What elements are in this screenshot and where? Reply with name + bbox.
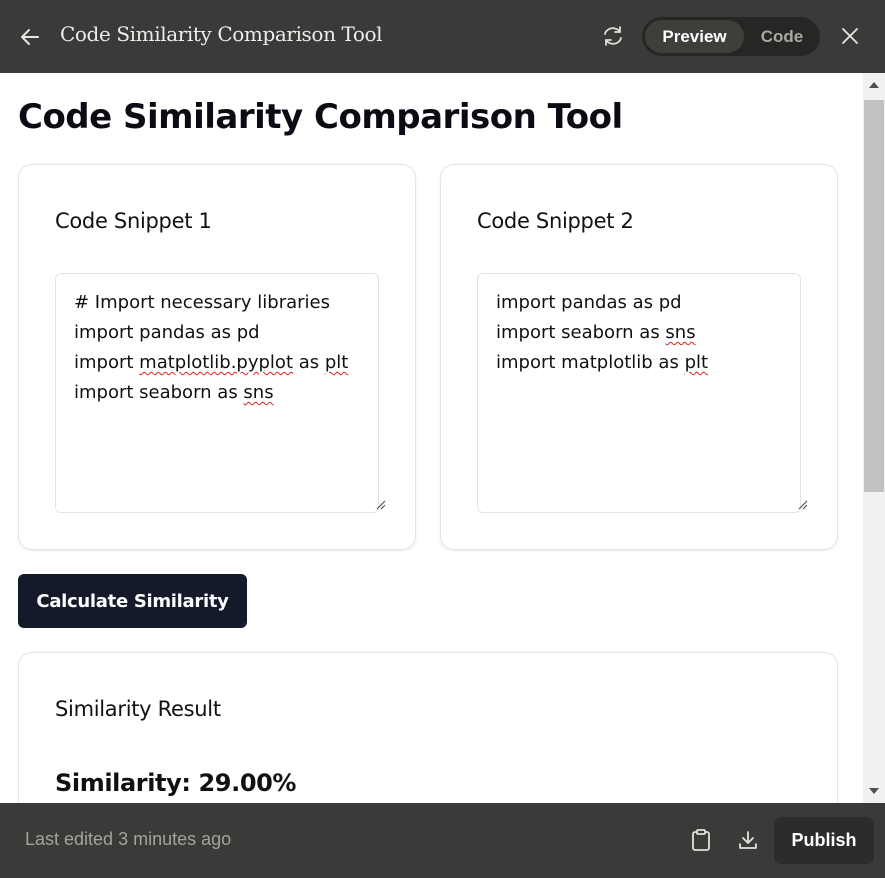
snippet-2-textarea[interactable]: import pandas as pd import seaborn as sns… xyxy=(477,273,801,513)
similarity-value: Similarity: 29.00% xyxy=(55,769,297,797)
scroll-up-button[interactable] xyxy=(863,73,885,97)
download-button[interactable] xyxy=(735,827,761,853)
refresh-icon xyxy=(604,26,622,46)
back-button[interactable] xyxy=(16,23,44,51)
resize-handle-icon[interactable] xyxy=(796,498,808,510)
snippet-1-textarea[interactable]: # Import necessary libraries import panda… xyxy=(55,273,379,513)
clipboard-icon xyxy=(692,829,710,851)
view-toggle: Preview Code xyxy=(642,17,820,56)
code-line: import pandas as pd xyxy=(74,318,360,348)
spellcheck-word: plt xyxy=(684,352,709,373)
result-label: Similarity Result xyxy=(55,697,221,721)
top-bar: Code Similarity Comparison Tool Preview … xyxy=(0,0,885,73)
page-title: Code Similarity Comparison Tool xyxy=(18,97,623,137)
code-line: import pandas as pd xyxy=(496,288,782,318)
spellcheck-word: matplotlib.pyplot xyxy=(139,352,293,373)
preview-tab[interactable]: Preview xyxy=(645,20,744,53)
resize-handle-icon[interactable] xyxy=(374,498,386,510)
close-button[interactable] xyxy=(836,22,864,50)
scroll-thumb[interactable] xyxy=(864,100,884,492)
spellcheck-word: sns xyxy=(243,382,274,403)
code-text: import matplotlib as xyxy=(496,352,685,373)
preview-content: Code Similarity Comparison Tool Code Sni… xyxy=(0,73,863,803)
code-line: import matplotlib.pyplot as plt xyxy=(74,348,360,378)
code-text: import pandas as pd xyxy=(74,322,260,343)
code-text: import seaborn as xyxy=(74,382,244,403)
result-card: Similarity Result Similarity: 29.00% xyxy=(18,652,838,803)
spellcheck-word: sns xyxy=(665,322,696,343)
calculate-similarity-button[interactable]: Calculate Similarity xyxy=(18,574,247,628)
code-line: import seaborn as sns xyxy=(496,318,782,348)
triangle-up-icon xyxy=(869,82,879,88)
code-tab[interactable]: Code xyxy=(746,20,818,53)
snippet-1-label: Code Snippet 1 xyxy=(55,209,212,233)
code-text: import xyxy=(74,352,140,373)
code-text: import pandas as pd xyxy=(496,292,682,313)
scrollbar[interactable] xyxy=(863,73,885,803)
code-line: import matplotlib as plt xyxy=(496,348,782,378)
arrow-left-icon xyxy=(21,29,39,45)
snippet-1-card: Code Snippet 1 # Import necessary librar… xyxy=(18,164,416,550)
code-text: import seaborn as xyxy=(496,322,666,343)
snippet-2-card: Code Snippet 2 import pandas as pd import… xyxy=(440,164,838,550)
scroll-down-button[interactable] xyxy=(863,779,885,803)
download-icon xyxy=(739,831,757,849)
copy-button[interactable] xyxy=(688,827,714,853)
refresh-button[interactable] xyxy=(599,22,627,50)
code-text: # Import necessary libraries xyxy=(74,292,330,313)
code-line: # Import necessary libraries xyxy=(74,288,360,318)
publish-button[interactable]: Publish xyxy=(774,817,874,864)
snippet-2-label: Code Snippet 2 xyxy=(477,209,634,233)
app-title: Code Similarity Comparison Tool xyxy=(60,22,383,46)
last-edited-text: Last edited 3 minutes ago xyxy=(25,829,232,849)
spellcheck-word: plt xyxy=(324,352,349,373)
triangle-down-icon xyxy=(869,788,879,794)
close-icon xyxy=(842,28,858,44)
code-line: import seaborn as sns xyxy=(74,378,360,408)
code-text: as xyxy=(293,352,325,373)
bottom-bar: Last edited 3 minutes ago Publish xyxy=(0,803,885,878)
